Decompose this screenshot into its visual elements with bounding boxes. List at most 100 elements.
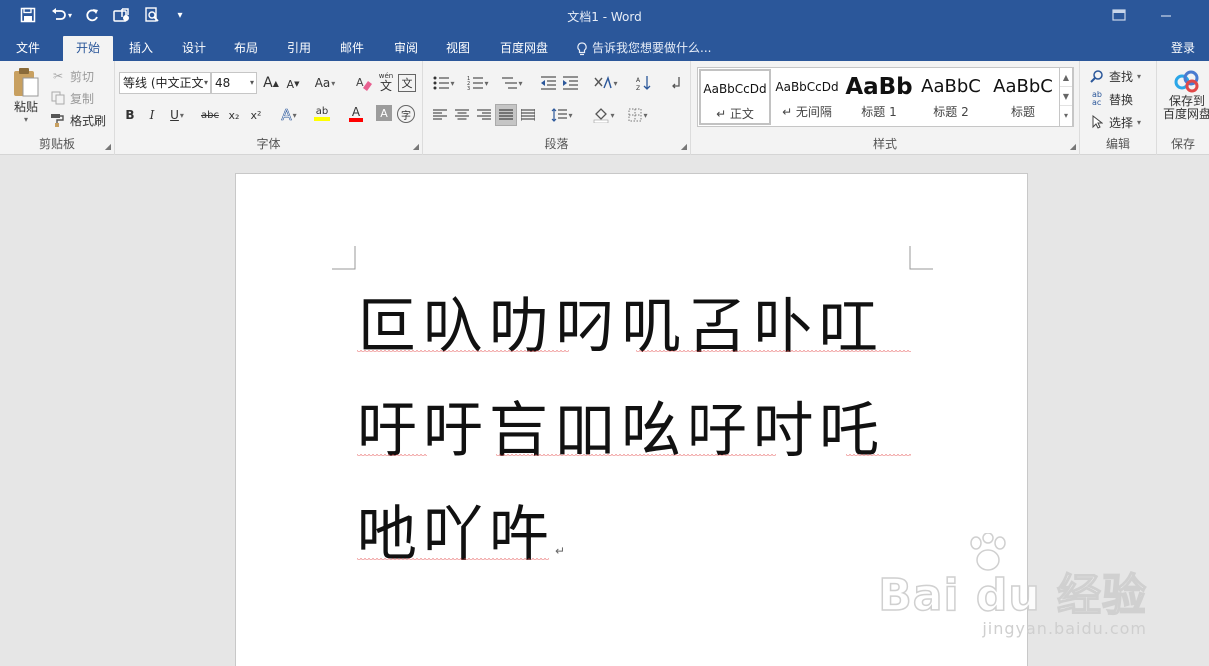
login-link[interactable]: 登录 xyxy=(1171,36,1195,61)
sort-button[interactable]: AZ xyxy=(633,72,655,94)
tab-view[interactable]: 视图 xyxy=(436,36,480,61)
replace-label: 替换 xyxy=(1109,92,1134,107)
svg-text:Z: Z xyxy=(636,85,640,91)
paragraph-launcher-icon[interactable]: ◢ xyxy=(681,142,687,151)
numbering-icon: 123 xyxy=(467,76,484,90)
font-size-combo[interactable]: 48 ▾ xyxy=(211,72,257,94)
style-title-sample: AaBbC xyxy=(993,76,1053,97)
font-launcher-icon[interactable]: ◢ xyxy=(413,142,419,151)
tab-home[interactable]: 开始 xyxy=(63,36,114,61)
align-right-icon xyxy=(477,109,491,120)
tab-insert[interactable]: 插入 xyxy=(119,36,163,61)
styles-gallery-scroll[interactable]: ▲ ▼ ▾ xyxy=(1059,67,1073,127)
subscript-button[interactable]: x₂ xyxy=(223,104,245,126)
underline-button[interactable]: U ▾ xyxy=(163,104,191,126)
cursor-arrow-icon xyxy=(1088,113,1106,131)
line-spacing-button[interactable]: ▾ xyxy=(547,104,577,126)
tab-review[interactable]: 审阅 xyxy=(384,36,428,61)
paste-icon xyxy=(14,68,39,97)
tab-layout[interactable]: 布局 xyxy=(224,36,268,61)
phonetic-guide-button[interactable]: wén 文 xyxy=(375,71,397,93)
distributed-button[interactable] xyxy=(517,104,539,126)
cut-button[interactable]: ✂ 剪切 xyxy=(49,67,94,85)
font-size-value: 48 xyxy=(215,76,231,90)
replace-button[interactable]: ab ac 替换 xyxy=(1088,90,1133,108)
shading-button[interactable]: ▾ xyxy=(589,104,619,126)
save-to-baidu-line2: 百度网盘 xyxy=(1162,107,1209,121)
strikethrough-button[interactable]: abc xyxy=(197,104,223,126)
line-spacing-icon xyxy=(552,108,568,122)
align-left-button[interactable] xyxy=(429,104,451,126)
highlight-button[interactable]: ab xyxy=(307,103,337,125)
tab-design[interactable]: 设计 xyxy=(172,36,216,61)
chevron-down-icon: ▾ xyxy=(203,78,208,87)
editing-group-label: 编辑 xyxy=(1105,137,1130,151)
svg-text:3: 3 xyxy=(467,86,470,90)
decrease-indent-button[interactable] xyxy=(537,72,559,94)
char-shading-button[interactable]: A xyxy=(376,105,392,121)
enclose-characters-button[interactable]: 字 xyxy=(397,105,415,123)
multilevel-list-button[interactable]: ▾ xyxy=(497,72,527,94)
superscript-button[interactable]: x² xyxy=(245,104,267,126)
tell-me-text: 告诉我您想要做什么... xyxy=(592,41,712,55)
font-name-combo[interactable]: 等线 (中文正文 ▾ xyxy=(119,72,211,94)
tell-me-search[interactable]: 告诉我您想要做什么... xyxy=(576,36,711,61)
select-button[interactable]: 选择 ▾ xyxy=(1088,113,1141,131)
align-center-button[interactable] xyxy=(451,104,473,126)
phonetic-guide-char: 文 xyxy=(379,78,392,93)
clipboard-launcher-icon[interactable]: ◢ xyxy=(105,142,111,151)
tab-file[interactable]: 文件 xyxy=(6,36,50,61)
copy-button[interactable]: 复制 xyxy=(49,89,94,107)
style-no-spacing[interactable]: AaBbCcDd ↵ 无间隔 xyxy=(771,69,843,125)
style-heading-1[interactable]: AaBb 标题 1 xyxy=(843,69,915,125)
bold-button[interactable]: B xyxy=(119,104,141,126)
spellcheck-underline xyxy=(846,454,911,458)
chevron-up-icon[interactable]: ▲ xyxy=(1060,68,1072,87)
gallery-more-icon[interactable]: ▾ xyxy=(1060,106,1072,125)
minimize-icon[interactable] xyxy=(1152,4,1180,26)
tab-baidu-netdisk[interactable]: 百度网盘 xyxy=(490,36,558,61)
char-border-button[interactable]: 文 xyxy=(398,74,416,92)
restore-down-icon[interactable] xyxy=(1105,4,1133,26)
styles-group: AaBbCcDd ↵ 正文 AaBbCcDd ↵ 无间隔 AaBb 标题 1 A… xyxy=(691,61,1080,155)
find-button[interactable]: 查找 ▾ xyxy=(1088,67,1141,85)
save-group: 保存到 百度网盘 保存 xyxy=(1157,61,1209,155)
italic-button[interactable]: I xyxy=(141,104,163,126)
svg-text:A: A xyxy=(356,76,364,89)
font-color-button[interactable]: A xyxy=(341,103,371,125)
style-heading-2[interactable]: AaBbC 标题 2 xyxy=(915,69,987,125)
save-to-baidu-button[interactable]: 保存到 百度网盘 xyxy=(1159,69,1209,121)
shrink-font-icon: A xyxy=(286,77,295,91)
paste-label: 粘贴 xyxy=(13,100,38,114)
shrink-font-button[interactable]: A ▼ xyxy=(282,73,304,95)
borders-button[interactable]: ▾ xyxy=(623,104,653,126)
justify-button[interactable] xyxy=(495,104,517,126)
tab-references[interactable]: 引用 xyxy=(277,36,321,61)
grow-font-button[interactable]: A ▲ xyxy=(260,72,282,94)
eraser-icon: A xyxy=(356,76,372,91)
font-group: 等线 (中文正文 ▾ 48 ▾ A ▲ A ▼ Aa ▾ A wén 文 文 B I … xyxy=(115,61,423,155)
change-case-button[interactable]: Aa ▾ xyxy=(310,72,340,94)
scissors-icon: ✂ xyxy=(52,69,64,83)
style-normal[interactable]: AaBbCcDd ↵ 正文 xyxy=(699,69,771,125)
style-title[interactable]: AaBbC 标题 xyxy=(987,69,1059,125)
align-right-button[interactable] xyxy=(473,104,495,126)
clear-format-button[interactable]: A xyxy=(353,72,375,94)
show-formatting-button[interactable] xyxy=(665,72,687,94)
bullets-button[interactable]: ▾ xyxy=(429,72,459,94)
style-normal-sample: AaBbCcDd xyxy=(703,82,767,96)
paste-button[interactable]: 粘贴 ▾ xyxy=(8,66,44,124)
brush-icon xyxy=(49,111,67,129)
increase-indent-button[interactable] xyxy=(559,72,581,94)
font-group-label: 字体 xyxy=(256,137,281,151)
grow-font-icon: A xyxy=(263,75,273,91)
chevron-down-icon[interactable]: ▼ xyxy=(1060,87,1072,106)
numbering-button[interactable]: 1 2 3 ▾ xyxy=(463,72,493,94)
document-page[interactable]: 叵叺叻叼叽叾卟叿 吁吁吂吅吆吇吋吒 吔吖吘↵ xyxy=(235,173,1028,666)
text-effects-button[interactable]: A ▾ xyxy=(275,104,303,126)
styles-launcher-icon[interactable]: ◢ xyxy=(1070,142,1076,151)
style-no-spacing-sample: AaBbCcDd xyxy=(775,80,839,94)
chinese-layout-button[interactable]: ▾ xyxy=(591,72,621,94)
tab-mailings[interactable]: 邮件 xyxy=(330,36,374,61)
format-painter-button[interactable]: 格式刷 xyxy=(49,111,106,129)
